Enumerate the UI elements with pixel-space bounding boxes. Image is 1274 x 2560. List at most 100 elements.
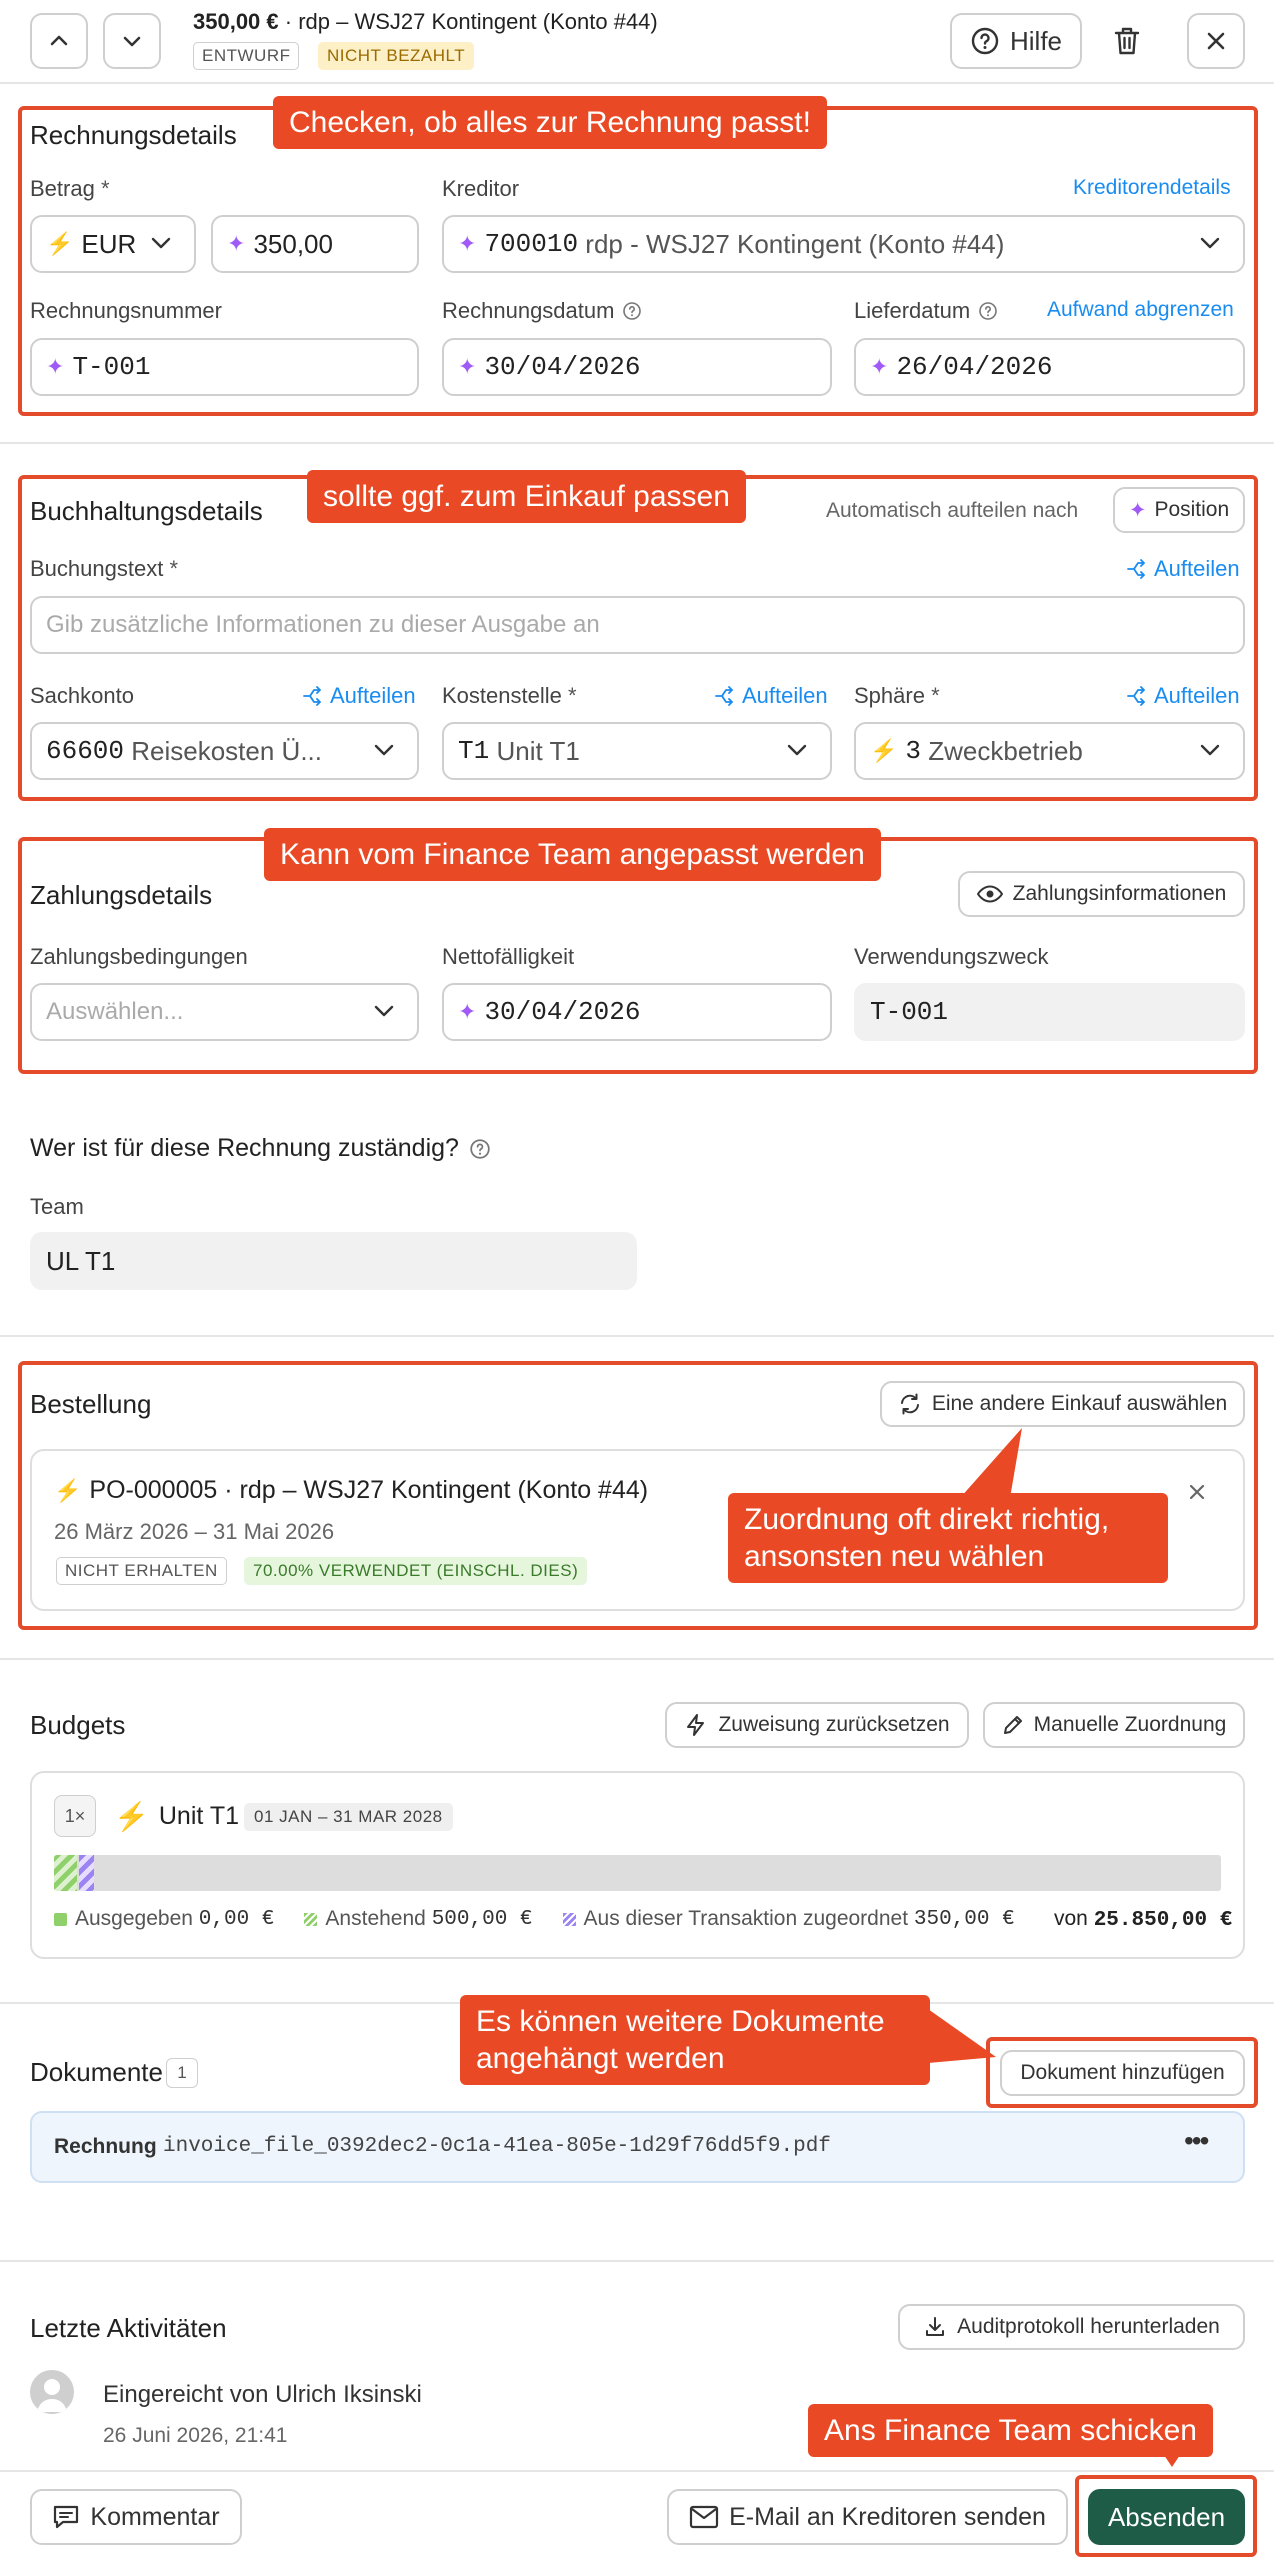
- budget-period: 01 JAN – 31 MAR 2028: [244, 1803, 453, 1831]
- remove-po-button[interactable]: [1188, 1483, 1206, 1501]
- budget-legend: Ausgegeben 0,00 € Anstehend 500,00 € Aus…: [54, 1907, 1015, 1931]
- accounting-section-title: Buchhaltungsdetails: [30, 496, 263, 526]
- callout-pointer: [928, 2009, 996, 2063]
- sparkle-icon: ✦: [458, 354, 477, 379]
- cost-center-label: Kostenstelle *: [442, 683, 577, 708]
- sparkle-icon: ✦: [458, 999, 477, 1024]
- info-icon: [979, 302, 997, 320]
- amount-input[interactable]: ✦ 350,00: [211, 215, 419, 273]
- creditor-label: Kreditor: [442, 176, 520, 201]
- comment-button[interactable]: Kommentar: [30, 2489, 242, 2545]
- document-more-button[interactable]: •••: [1184, 2127, 1209, 2155]
- close-button[interactable]: [1187, 13, 1245, 69]
- manual-assignment-button[interactable]: Manuelle Zuordnung: [983, 1702, 1245, 1748]
- invoice-date-input[interactable]: ✦ 30/04/2026: [442, 338, 832, 396]
- pencil-icon: [1003, 1716, 1022, 1734]
- reset-assignment-button[interactable]: Zuweisung zurücksetzen: [665, 1702, 969, 1748]
- order-section-title: Bestellung: [30, 1389, 152, 1419]
- sphere-split-link[interactable]: Aufteilen: [1126, 683, 1240, 709]
- chevron-down-icon: [1200, 744, 1220, 756]
- split-icon: [303, 686, 321, 706]
- invoice-number-input[interactable]: ✦ T-001: [30, 338, 419, 396]
- submit-button[interactable]: Absenden: [1088, 2489, 1245, 2545]
- budget-multiplier-badge: 1×: [54, 1795, 96, 1837]
- payment-terms-select[interactable]: Auswählen...: [30, 983, 419, 1041]
- header-amount: 350,00 €: [193, 9, 279, 34]
- ledger-select[interactable]: 66600 Reisekosten Ü...: [30, 722, 419, 780]
- help-label: Hilfe: [1009, 25, 1062, 56]
- chevron-down-icon: [1200, 237, 1220, 249]
- auto-split-label: Automatisch aufteilen nach: [826, 499, 1079, 522]
- invoice-section-title: Rechnungsdetails: [30, 120, 237, 150]
- bolt-icon: ⚡: [46, 231, 74, 256]
- email-creditor-button[interactable]: E-Mail an Kreditoren senden: [667, 2489, 1068, 2545]
- bolt-icon: ⚡: [54, 1478, 82, 1503]
- chevron-up-icon: [50, 35, 68, 46]
- payment-terms-label: Zahlungsbedingungen: [30, 944, 248, 969]
- document-type: Rechnung: [54, 2135, 157, 2158]
- sparkle-icon: ✦: [870, 354, 889, 379]
- po-date-range: 26 März 2026 – 31 Mai 2026: [54, 1519, 335, 1544]
- next-button[interactable]: [103, 13, 161, 69]
- document-filename: invoice_file_0392dec2-0c1a-41ea-805e-1d2…: [163, 2135, 831, 2158]
- activity-section-title: Letzte Aktivitäten: [30, 2313, 227, 2343]
- zap-off-icon: [687, 1714, 705, 1736]
- callout-check-invoice: Checken, ob alles zur Rechnung passt!: [273, 96, 827, 149]
- net-due-label: Nettofälligkeit: [442, 944, 575, 969]
- callout-send-finance: Ans Finance Team schicken: [808, 2404, 1213, 2457]
- user-icon: [37, 2379, 67, 2412]
- cost-center-split-link[interactable]: Aufteilen: [714, 683, 828, 709]
- callout-more-documents: Es können weitere Dokumente angehängt we…: [460, 1995, 930, 2085]
- net-due-input[interactable]: ✦ 30/04/2026: [442, 983, 832, 1041]
- chevron-down-icon: [123, 36, 141, 47]
- status-badge-unpaid: NICHT BEZAHLT: [318, 42, 475, 70]
- booking-text-label: Buchungstext *: [30, 556, 178, 581]
- ledger-split-link[interactable]: Aufteilen: [302, 683, 416, 709]
- bolt-icon: ⚡: [870, 738, 898, 763]
- legend-spent-swatch: [54, 1912, 67, 1926]
- callout-pointer: [960, 1428, 1022, 1498]
- accrual-link[interactable]: Aufwand abgrenzen: [1047, 298, 1234, 322]
- choose-purchase-button[interactable]: Eine andere Einkauf auswählen: [880, 1381, 1245, 1427]
- budget-bar-pending: [54, 1855, 77, 1891]
- delivery-date-input[interactable]: ✦ 26/04/2026: [854, 338, 1245, 396]
- split-icon: [1127, 559, 1145, 579]
- split-icon: [1127, 686, 1145, 706]
- purpose-label: Verwendungszweck: [854, 944, 1049, 969]
- creditor-select[interactable]: ✦ 700010 rdp - WSJ27 Kontingent (Konto #4…: [442, 215, 1245, 273]
- download-audit-button[interactable]: Auditprotokoll herunterladen: [898, 2304, 1245, 2350]
- help-button[interactable]: Hilfe: [950, 13, 1082, 69]
- position-button[interactable]: ✦ Position: [1113, 487, 1245, 533]
- bolt-icon: ⚡: [114, 1801, 149, 1832]
- sphere-select[interactable]: ⚡ 3 Zweckbetrieb: [854, 722, 1245, 780]
- documents-section-title: Dokumente: [30, 2057, 163, 2087]
- activity-entry-text: Eingereicht von Ulrich Iksinski: [103, 2381, 422, 2408]
- ledger-label: Sachkonto: [30, 683, 134, 708]
- eye-icon: [976, 885, 1003, 903]
- chevron-down-icon: [151, 237, 171, 249]
- po-status-received: NICHT ERHALTEN: [56, 1557, 227, 1585]
- booking-text-split-link[interactable]: Aufteilen: [1126, 556, 1240, 582]
- add-document-button[interactable]: Dokument hinzufügen: [1000, 2050, 1245, 2096]
- currency-select[interactable]: ⚡ EUR: [30, 215, 196, 273]
- budget-unit: ⚡ Unit T1: [114, 1801, 240, 1832]
- previous-button[interactable]: [30, 13, 88, 69]
- creditor-details-link[interactable]: Kreditorendetails: [1073, 176, 1231, 200]
- split-icon: [715, 686, 733, 706]
- avatar: [30, 2370, 74, 2414]
- documents-count-badge: 1: [166, 2058, 198, 2088]
- delete-button[interactable]: [1104, 18, 1150, 64]
- amount-label: Betrag *: [30, 176, 110, 201]
- sparkle-icon: ✦: [458, 231, 477, 256]
- info-icon: [470, 1138, 490, 1159]
- status-badge-draft: ENTWURF: [193, 42, 300, 70]
- sphere-label: Sphäre *: [854, 683, 940, 708]
- invoice-header-title: 350,00 € · rdp – WSJ27 Kontingent (Konto…: [193, 9, 658, 35]
- legend-pending-swatch: [304, 1912, 318, 1926]
- payment-info-button[interactable]: Zahlungsinformationen: [958, 871, 1245, 917]
- booking-text-input[interactable]: Gib zusätzliche Informationen zu dieser …: [30, 596, 1245, 654]
- chevron-down-icon: [374, 744, 394, 756]
- cost-center-select[interactable]: T1 Unit T1: [442, 722, 832, 780]
- comment-icon: [54, 2505, 79, 2529]
- invoice-date-label: Rechnungsdatum: [442, 298, 642, 324]
